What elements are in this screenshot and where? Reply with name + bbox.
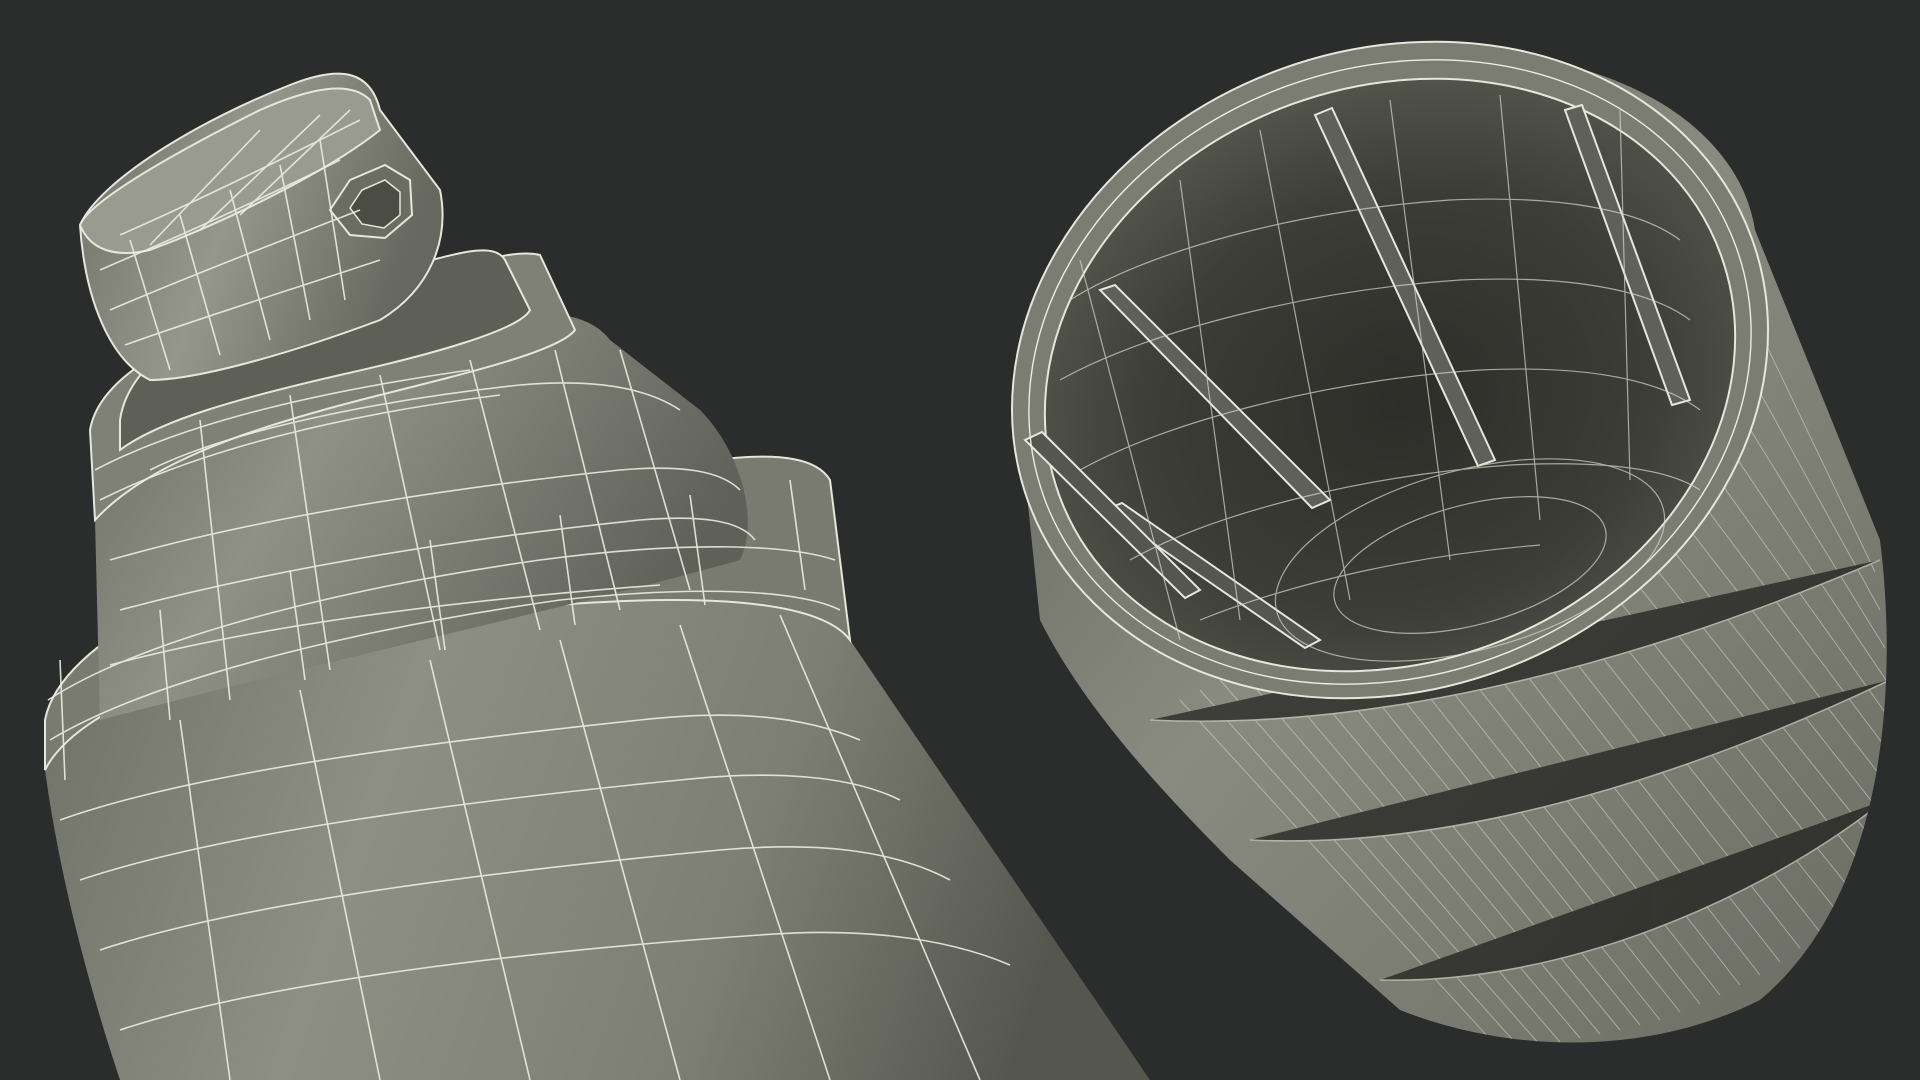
wireframe-render	[44, 40, 1887, 1080]
spray-cap	[1011, 40, 1887, 1043]
render-viewport	[0, 0, 1920, 1080]
spray-can	[44, 72, 1150, 1080]
